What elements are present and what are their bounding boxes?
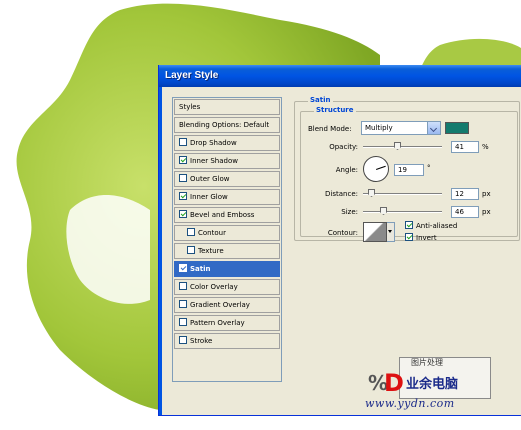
- distance-unit: px: [482, 190, 491, 198]
- checkbox-drop-shadow[interactable]: [179, 138, 187, 146]
- list-item-label: Pattern Overlay: [190, 319, 245, 327]
- list-item-gradient-overlay[interactable]: Gradient Overlay: [174, 297, 280, 313]
- size-unit: px: [482, 208, 491, 216]
- list-item-blending-options[interactable]: Blending Options: Default: [174, 117, 280, 133]
- watermark-url: www.yydn.com: [365, 397, 455, 410]
- opacity-label: Opacity:: [329, 143, 358, 151]
- list-item-label: Stroke: [190, 337, 213, 345]
- invert-label: Invert: [416, 234, 437, 242]
- anti-aliased-checkbox[interactable]: [405, 221, 413, 229]
- angle-dial[interactable]: [363, 156, 389, 182]
- dialog-title: Layer Style: [159, 65, 521, 87]
- size-slider-track[interactable]: [363, 211, 442, 213]
- blend-mode-label: Blend Mode:: [308, 125, 352, 133]
- list-item-drop-shadow[interactable]: Drop Shadow: [174, 135, 280, 151]
- checkbox-bevel-emboss[interactable]: [179, 210, 187, 218]
- checkbox-gradient-overlay[interactable]: [179, 300, 187, 308]
- blend-mode-value: Multiply: [365, 124, 393, 132]
- structure-title: Structure: [314, 106, 356, 115]
- angle-input[interactable]: 19: [394, 164, 424, 176]
- list-item-inner-glow[interactable]: Inner Glow: [174, 189, 280, 205]
- chevron-down-icon: [427, 122, 440, 134]
- list-item-label: Inner Shadow: [190, 157, 238, 165]
- watermark-brand-text: 业余电脑: [406, 376, 458, 392]
- list-item-label: Texture: [198, 247, 224, 255]
- distance-input[interactable]: 12: [451, 188, 479, 200]
- distance-label: Distance:: [325, 190, 358, 198]
- list-item-styles[interactable]: Styles: [174, 99, 280, 115]
- opacity-input[interactable]: 41: [451, 141, 479, 153]
- list-item-label: Gradient Overlay: [190, 301, 250, 309]
- bottom-strip: [158, 416, 521, 430]
- satin-color-swatch[interactable]: [445, 122, 469, 134]
- contour-dropdown[interactable]: [387, 222, 395, 242]
- watermark-top-text: 图片处理: [411, 358, 443, 367]
- satin-section-title: Satin: [308, 96, 333, 105]
- list-item-inner-shadow[interactable]: Inner Shadow: [174, 153, 280, 169]
- svg-text:D: D: [384, 369, 404, 396]
- checkbox-texture[interactable]: [187, 246, 195, 254]
- list-item-label: Inner Glow: [190, 193, 228, 201]
- checkbox-outer-glow[interactable]: [179, 174, 187, 182]
- list-item-label: Satin: [190, 265, 211, 273]
- list-item-bevel-emboss[interactable]: Bevel and Emboss: [174, 207, 280, 223]
- checkbox-color-overlay[interactable]: [179, 282, 187, 290]
- blend-mode-select[interactable]: Multiply: [361, 121, 441, 135]
- anti-aliased-option[interactable]: Anti-aliased: [405, 221, 457, 231]
- list-item-label: Outer Glow: [190, 175, 230, 183]
- opacity-unit: %: [482, 143, 489, 151]
- checkbox-stroke[interactable]: [179, 336, 187, 344]
- anti-aliased-label: Anti-aliased: [416, 222, 458, 230]
- list-item-label: Drop Shadow: [190, 139, 237, 147]
- size-input[interactable]: 46: [451, 206, 479, 218]
- list-item-texture[interactable]: Texture: [174, 243, 280, 259]
- size-label: Size:: [341, 208, 358, 216]
- list-item-label: Styles: [179, 103, 201, 111]
- angle-unit: °: [427, 164, 431, 172]
- checkbox-satin[interactable]: [179, 264, 187, 272]
- checkbox-pattern-overlay[interactable]: [179, 318, 187, 326]
- invert-checkbox[interactable]: [405, 233, 413, 241]
- list-item-label: Blending Options: Default: [179, 121, 270, 129]
- list-item-satin[interactable]: Satin: [174, 261, 280, 277]
- list-item-pattern-overlay[interactable]: Pattern Overlay: [174, 315, 280, 331]
- list-item-outer-glow[interactable]: Outer Glow: [174, 171, 280, 187]
- invert-option[interactable]: Invert: [405, 233, 437, 243]
- checkbox-inner-shadow[interactable]: [179, 156, 187, 164]
- list-item-stroke[interactable]: Stroke: [174, 333, 280, 349]
- list-item-contour[interactable]: Contour: [174, 225, 280, 241]
- styles-list: Styles Blending Options: Default Drop Sh…: [172, 97, 282, 382]
- list-item-label: Contour: [198, 229, 226, 237]
- opacity-slider-track[interactable]: [363, 146, 442, 148]
- list-item-label: Color Overlay: [190, 283, 238, 291]
- checkbox-inner-glow[interactable]: [179, 192, 187, 200]
- watermark-logo: % D 业余电脑: [368, 369, 458, 396]
- checkbox-contour[interactable]: [187, 228, 195, 236]
- list-item-label: Bevel and Emboss: [190, 211, 255, 219]
- contour-preview[interactable]: [363, 222, 387, 242]
- angle-dial-hand: [376, 165, 386, 170]
- list-item-color-overlay[interactable]: Color Overlay: [174, 279, 280, 295]
- contour-label: Contour:: [327, 229, 358, 237]
- angle-label: Angle:: [335, 166, 358, 174]
